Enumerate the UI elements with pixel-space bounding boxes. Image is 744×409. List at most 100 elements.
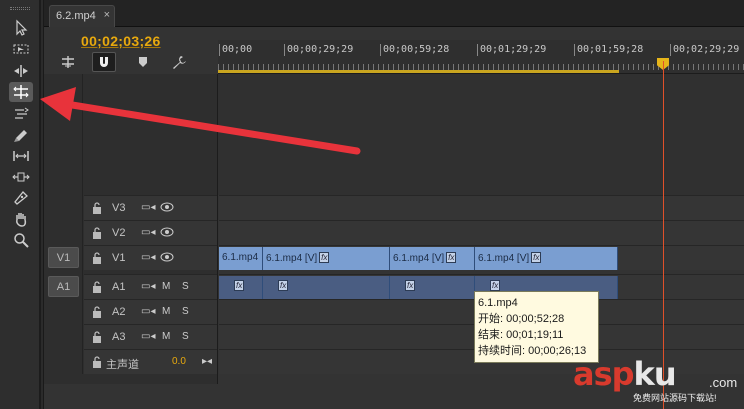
- track-row-v1: V1 V1 ▭◂ 6.1.mp4 6.1.mp4 [V] fx 6.1.mp4 […: [44, 245, 744, 270]
- ruler-label: 00;02;29;29: [673, 44, 740, 55]
- work-area-bar[interactable]: [218, 70, 619, 73]
- tooltip-title: 6.1.mp4: [478, 297, 518, 309]
- track-row-a2: A2 ▭◂ M S: [44, 299, 744, 324]
- mute-button[interactable]: M: [162, 306, 170, 317]
- close-icon[interactable]: ×: [104, 9, 110, 21]
- clip-label: 6.1.mp4 [V]: [393, 253, 445, 264]
- track-row-v2: V2 ▭◂: [44, 220, 744, 245]
- lock-icon[interactable]: [92, 281, 102, 293]
- panel-grip[interactable]: [10, 7, 30, 10]
- snap-magnet-icon[interactable]: [92, 52, 116, 72]
- razor-tool-icon[interactable]: [9, 125, 33, 145]
- track-name: V1: [112, 252, 126, 264]
- time-ruler[interactable]: 00;00 00;00;29;29 00;00;59;28 00;01;29;2…: [218, 40, 744, 74]
- tools-panel: [0, 0, 41, 409]
- track-lane[interactable]: 6.1.mp4 6.1.mp4 [V] fx 6.1.mp4 [V] fx 6.1.…: [219, 245, 744, 270]
- track-name: A3: [112, 331, 126, 343]
- audio-clip[interactable]: fx: [263, 276, 390, 299]
- video-clip[interactable]: 6.1.mp4 [V] fx: [263, 247, 390, 270]
- track-lane[interactable]: [219, 195, 744, 220]
- track-name: 主声道: [106, 359, 139, 371]
- sync-lock-icon[interactable]: ▭◂: [141, 281, 155, 292]
- track-name: V2: [112, 227, 126, 239]
- source-patch-a1[interactable]: A1: [48, 276, 79, 297]
- lock-icon[interactable]: [92, 306, 102, 318]
- add-marker-icon[interactable]: [131, 52, 155, 72]
- video-clip[interactable]: 6.1.mp4 [V] fx: [390, 247, 475, 270]
- eye-icon[interactable]: [160, 251, 174, 263]
- sync-lock-icon[interactable]: ▭◂: [141, 202, 155, 213]
- eye-icon[interactable]: [160, 226, 174, 238]
- lock-icon[interactable]: [92, 252, 102, 264]
- rate-stretch-tool-icon[interactable]: [9, 104, 33, 124]
- sequence-tab-label: 6.2.mp4: [56, 10, 96, 22]
- tooltip-start: 开始: 00;00;52;28: [478, 313, 565, 325]
- video-clip[interactable]: 6.1.mp4: [219, 247, 263, 270]
- slip-tool-icon[interactable]: [9, 146, 33, 166]
- ruler-label: 00;00: [222, 44, 253, 55]
- mute-button[interactable]: M: [162, 331, 170, 342]
- clip-tooltip: 6.1.mp4 开始: 00;00;52;28 结束: 00;01;19;11 …: [474, 291, 599, 363]
- master-volume-value[interactable]: 0.0: [172, 356, 186, 367]
- slide-tool-icon[interactable]: [9, 167, 33, 187]
- hand-tool-icon[interactable]: [9, 209, 33, 229]
- solo-button[interactable]: S: [182, 281, 189, 292]
- tooltip-end: 结束: 00;01;19;11: [478, 329, 564, 341]
- selection-tool-icon[interactable]: [9, 18, 33, 38]
- video-clip[interactable]: 6.1.mp4 [V] fx: [475, 247, 618, 270]
- watermark-ku: ku: [633, 355, 677, 393]
- clip-label: 6.1.mp4 [V]: [266, 253, 318, 264]
- audio-clip[interactable]: fx: [390, 276, 475, 299]
- timeline-panel: 6.2.mp4 × 00;02;03;26 00;00 00;00;29;29 …: [43, 0, 744, 409]
- lock-icon[interactable]: [92, 331, 102, 343]
- watermark-asp: asp: [573, 355, 635, 393]
- sync-lock-icon[interactable]: ▭◂: [141, 306, 155, 317]
- ruler-major-tick: [670, 44, 671, 56]
- track-lane[interactable]: [219, 220, 744, 245]
- ruler-label: 00;00;29;29: [287, 44, 354, 55]
- pen-tool-icon[interactable]: [9, 188, 33, 208]
- fx-badge: fx: [319, 252, 330, 263]
- fx-badge: fx: [490, 280, 501, 291]
- site-watermark: aspku .com 免费网站源码下载站!: [573, 355, 744, 409]
- ruler-major-tick: [380, 44, 381, 56]
- lock-icon[interactable]: [92, 356, 102, 368]
- eye-icon[interactable]: [160, 201, 174, 213]
- playhead-timecode[interactable]: 00;02;03;26: [81, 33, 161, 49]
- track-row-a1: A1 A1 ▭◂ M S fx fx fx fx: [44, 274, 744, 299]
- fx-badge: fx: [405, 280, 416, 291]
- track-select-tool-icon[interactable]: [9, 39, 33, 59]
- tab-bar: 6.2.mp4 ×: [44, 0, 744, 27]
- track-area: V3 ▭◂ V2 ▭◂ V1 V1 ▭◂ 6.1.mp4 6.1.mp4 [V]…: [44, 74, 744, 384]
- nest-toggle-icon[interactable]: [56, 52, 80, 72]
- audio-clip[interactable]: fx: [219, 276, 263, 299]
- lock-icon[interactable]: [92, 227, 102, 239]
- track-row-v3: V3 ▭◂: [44, 195, 744, 220]
- fx-badge: fx: [278, 280, 289, 291]
- fx-badge: fx: [531, 252, 542, 263]
- fx-badge: fx: [234, 280, 245, 291]
- rolling-edit-tool-icon[interactable]: [9, 82, 33, 102]
- track-name: V3: [112, 202, 126, 214]
- mute-button[interactable]: M: [162, 281, 170, 292]
- track-name: A1: [112, 281, 126, 293]
- ripple-edit-tool-icon[interactable]: [9, 61, 33, 81]
- timeline-header-buttons: [44, 50, 217, 74]
- zoom-tool-icon[interactable]: [9, 230, 33, 250]
- sync-lock-icon[interactable]: ▭◂: [141, 331, 155, 342]
- track-header: A3 ▭◂ M S: [84, 324, 217, 349]
- ruler-label: 00;01;29;29: [480, 44, 547, 55]
- track-name: A2: [112, 306, 126, 318]
- sequence-tab[interactable]: 6.2.mp4 ×: [49, 5, 115, 27]
- source-patch-v1[interactable]: V1: [48, 247, 79, 268]
- sync-lock-icon[interactable]: ▭◂: [141, 252, 155, 263]
- clip-label: 6.1.mp4: [222, 252, 259, 263]
- track-header: V2 ▭◂: [84, 220, 217, 245]
- lock-icon[interactable]: [92, 202, 102, 214]
- solo-button[interactable]: S: [182, 306, 189, 317]
- solo-button[interactable]: S: [182, 331, 189, 342]
- sync-lock-icon[interactable]: ▭◂: [141, 227, 155, 238]
- go-to-end-icon[interactable]: ▸◂: [202, 356, 212, 367]
- wrench-icon[interactable]: [167, 52, 191, 72]
- watermark-domain: .com: [709, 375, 738, 390]
